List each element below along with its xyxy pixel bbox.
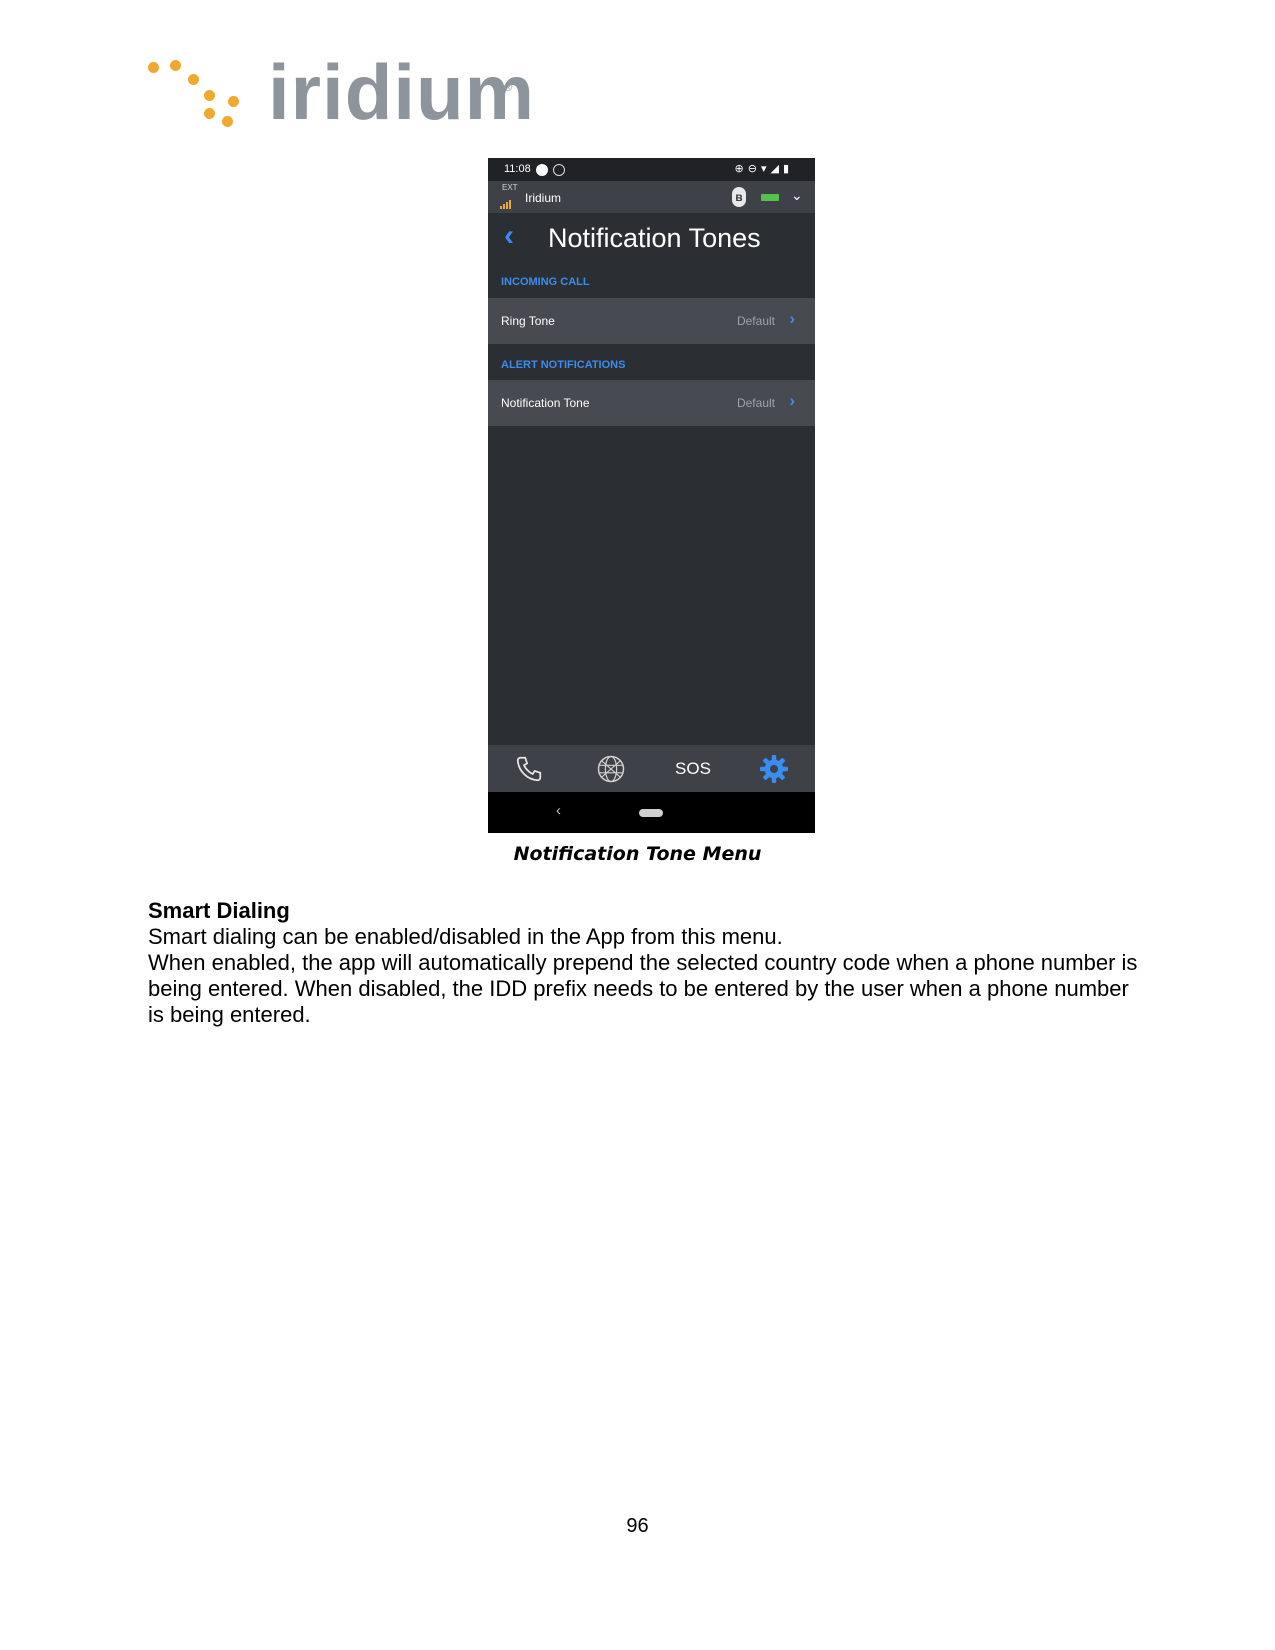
- section-header-incoming-call: INCOMING CALL: [501, 276, 590, 288]
- logo-dot: [228, 96, 239, 107]
- logo-dot: [222, 116, 233, 127]
- ring-tone-row[interactable]: Ring Tone Default ›: [488, 298, 815, 344]
- globe-icon: [597, 755, 625, 782]
- back-icon[interactable]: ‹: [504, 219, 514, 253]
- paragraph: When enabled, the app will automatically…: [148, 950, 1138, 1027]
- phone-icon: [516, 756, 542, 781]
- section-body: Smart dialing can be enabled/disabled in…: [148, 924, 1148, 1028]
- row-value: Default: [736, 314, 775, 328]
- notification-dot-icon: [536, 164, 548, 176]
- gear-icon: [760, 754, 788, 783]
- bottom-tab-bar: SOS: [488, 745, 815, 792]
- phone-screenshot: 11:08 ⊕⊖▾◢▮ EXT Iridium ʙ ⌄ ‹ Notificati…: [488, 158, 815, 833]
- logo-dot: [204, 108, 215, 119]
- status-bar: 11:08 ⊕⊖▾◢▮: [488, 158, 815, 181]
- tab-sos[interactable]: SOS: [652, 745, 734, 792]
- android-nav-bar: ‹: [488, 792, 815, 833]
- ext-label: EXT: [502, 183, 518, 192]
- battery-icon: [761, 194, 779, 201]
- paragraph: Smart dialing can be enabled/disabled in…: [148, 924, 783, 949]
- signal-icon: [500, 199, 514, 209]
- section-header-alert-notifications: ALERT NOTIFICATIONS: [501, 359, 626, 371]
- logo-dot: [188, 74, 199, 85]
- system-icons: ⊕⊖▾◢▮: [734, 163, 793, 175]
- logo-dot: [204, 90, 215, 101]
- chevron-right-icon: ›: [789, 391, 795, 410]
- chevron-right-icon: ›: [789, 309, 795, 328]
- figure-caption: Notification Tone Menu: [513, 843, 762, 865]
- tab-phone[interactable]: [488, 745, 570, 792]
- notification-tone-row[interactable]: Notification Tone Default ›: [488, 380, 815, 426]
- row-label: Notification Tone: [501, 396, 590, 410]
- tab-settings[interactable]: [733, 745, 815, 792]
- logo-wordmark: iridium: [268, 48, 536, 136]
- network-name: Iridium: [525, 191, 562, 205]
- nav-back-icon[interactable]: ‹: [556, 802, 561, 819]
- row-label: Ring Tone: [501, 314, 555, 328]
- section-heading: Smart Dialing: [148, 898, 290, 923]
- tab-network[interactable]: [570, 745, 652, 792]
- logo-dot: [170, 60, 181, 71]
- bluetooth-icon: ʙ: [732, 187, 746, 207]
- logo-dot: [148, 62, 159, 73]
- message-icon: [553, 164, 565, 176]
- status-time: 11:08: [504, 163, 531, 175]
- row-value: Default: [736, 396, 775, 410]
- title-bar: ‹ Notification Tones: [488, 213, 815, 268]
- page-title: Notification Tones: [548, 223, 761, 253]
- iridium-logo: iridium ®: [148, 50, 534, 134]
- chevron-down-icon[interactable]: ⌄: [791, 187, 803, 204]
- home-pill-icon[interactable]: [639, 809, 663, 817]
- device-bar[interactable]: EXT Iridium ʙ ⌄: [488, 181, 815, 213]
- registered-mark: ®: [504, 82, 513, 94]
- page-number: 96: [626, 1515, 649, 1537]
- sos-label: SOS: [675, 758, 711, 778]
